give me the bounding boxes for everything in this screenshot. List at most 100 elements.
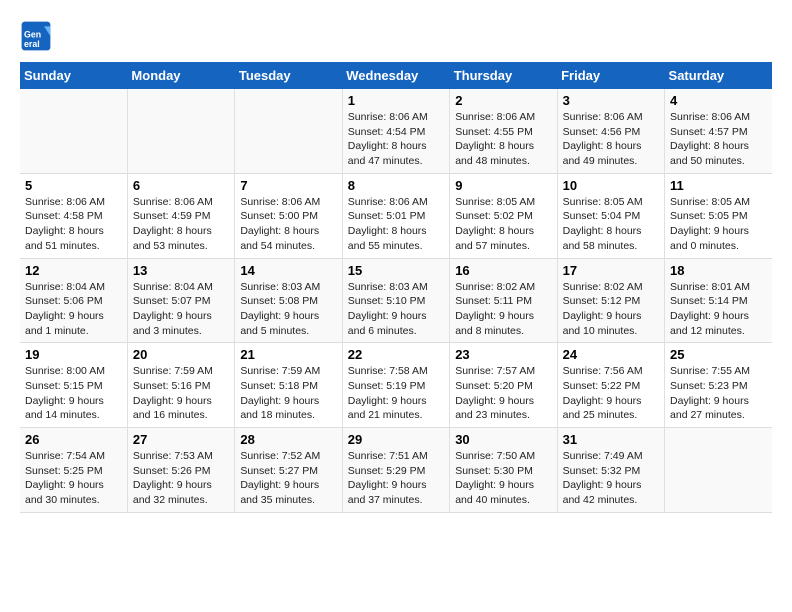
day-cell: 14 Sunrise: 8:03 AM Sunset: 5:08 PM Dayli…: [235, 258, 342, 343]
day-cell: 4 Sunrise: 8:06 AM Sunset: 4:57 PM Daylig…: [665, 89, 772, 173]
day-info: Sunrise: 8:02 AM Sunset: 5:11 PM Dayligh…: [455, 280, 551, 339]
day-info: Sunrise: 8:02 AM Sunset: 5:12 PM Dayligh…: [563, 280, 659, 339]
week-row-5: 26 Sunrise: 7:54 AM Sunset: 5:25 PM Dayli…: [20, 428, 772, 513]
column-headers: SundayMondayTuesdayWednesdayThursdayFrid…: [20, 62, 772, 89]
day-cell: 27 Sunrise: 7:53 AM Sunset: 5:26 PM Dayli…: [127, 428, 234, 513]
day-info: Sunrise: 8:01 AM Sunset: 5:14 PM Dayligh…: [670, 280, 767, 339]
day-info: Sunrise: 7:50 AM Sunset: 5:30 PM Dayligh…: [455, 449, 551, 508]
week-row-4: 19Sunrise: 8:00 AM Sunset: 5:15 PM Dayli…: [20, 343, 772, 428]
calendar-table: SundayMondayTuesdayWednesdayThursdayFrid…: [20, 62, 772, 513]
day-number: 5: [25, 178, 122, 193]
day-info: Sunrise: 7:57 AM Sunset: 5:20 PM Dayligh…: [455, 364, 551, 423]
logo: Gen eral: [20, 20, 56, 52]
day-number: 25: [670, 347, 767, 362]
day-info: Sunrise: 8:05 AM Sunset: 5:04 PM Dayligh…: [563, 195, 659, 254]
day-info: Sunrise: 7:59 AM Sunset: 5:16 PM Dayligh…: [133, 364, 229, 423]
week-row-2: 5 Sunrise: 8:06 AM Sunset: 4:58 PM Daylig…: [20, 173, 772, 258]
day-cell: 20 Sunrise: 7:59 AM Sunset: 5:16 PM Dayli…: [127, 343, 234, 428]
column-header-tuesday: Tuesday: [235, 62, 342, 89]
day-number: 27: [133, 432, 229, 447]
day-number: 11: [670, 178, 767, 193]
day-cell: 16Sunrise: 8:02 AM Sunset: 5:11 PM Dayli…: [450, 258, 557, 343]
day-cell: 3Sunrise: 8:06 AM Sunset: 4:56 PM Daylig…: [557, 89, 664, 173]
svg-text:Gen: Gen: [24, 30, 41, 40]
day-number: 4: [670, 93, 767, 108]
day-number: 28: [240, 432, 336, 447]
day-info: Sunrise: 8:06 AM Sunset: 4:57 PM Dayligh…: [670, 110, 767, 169]
day-info: Sunrise: 8:06 AM Sunset: 5:00 PM Dayligh…: [240, 195, 336, 254]
column-header-saturday: Saturday: [665, 62, 772, 89]
column-header-thursday: Thursday: [450, 62, 557, 89]
day-cell: 22Sunrise: 7:58 AM Sunset: 5:19 PM Dayli…: [342, 343, 449, 428]
day-number: 30: [455, 432, 551, 447]
day-number: 1: [348, 93, 444, 108]
day-number: 14: [240, 263, 336, 278]
day-cell: 12Sunrise: 8:04 AM Sunset: 5:06 PM Dayli…: [20, 258, 127, 343]
day-cell: 8Sunrise: 8:06 AM Sunset: 5:01 PM Daylig…: [342, 173, 449, 258]
week-row-3: 12Sunrise: 8:04 AM Sunset: 5:06 PM Dayli…: [20, 258, 772, 343]
day-cell: 15 Sunrise: 8:03 AM Sunset: 5:10 PM Dayli…: [342, 258, 449, 343]
day-cell: 29 Sunrise: 7:51 AM Sunset: 5:29 PM Dayli…: [342, 428, 449, 513]
day-info: Sunrise: 8:05 AM Sunset: 5:02 PM Dayligh…: [455, 195, 551, 254]
day-number: 9: [455, 178, 551, 193]
day-cell: 26 Sunrise: 7:54 AM Sunset: 5:25 PM Dayli…: [20, 428, 127, 513]
day-cell: [127, 89, 234, 173]
day-info: Sunrise: 7:51 AM Sunset: 5:29 PM Dayligh…: [348, 449, 444, 508]
day-number: 24: [563, 347, 659, 362]
day-cell: 5 Sunrise: 8:06 AM Sunset: 4:58 PM Daylig…: [20, 173, 127, 258]
day-number: 20: [133, 347, 229, 362]
day-number: 22: [348, 347, 444, 362]
day-info: Sunrise: 7:52 AM Sunset: 5:27 PM Dayligh…: [240, 449, 336, 508]
day-number: 21: [240, 347, 336, 362]
header: Gen eral: [20, 20, 772, 52]
day-cell: 9 Sunrise: 8:05 AM Sunset: 5:02 PM Daylig…: [450, 173, 557, 258]
column-header-wednesday: Wednesday: [342, 62, 449, 89]
day-cell: 23 Sunrise: 7:57 AM Sunset: 5:20 PM Dayli…: [450, 343, 557, 428]
day-cell: 13 Sunrise: 8:04 AM Sunset: 5:07 PM Dayli…: [127, 258, 234, 343]
day-cell: 11 Sunrise: 8:05 AM Sunset: 5:05 PM Dayli…: [665, 173, 772, 258]
day-number: 29: [348, 432, 444, 447]
day-info: Sunrise: 8:06 AM Sunset: 4:55 PM Dayligh…: [455, 110, 551, 169]
day-info: Sunrise: 7:54 AM Sunset: 5:25 PM Dayligh…: [25, 449, 122, 508]
day-cell: [665, 428, 772, 513]
day-number: 6: [133, 178, 229, 193]
day-cell: 30 Sunrise: 7:50 AM Sunset: 5:30 PM Dayli…: [450, 428, 557, 513]
day-cell: [20, 89, 127, 173]
day-number: 17: [563, 263, 659, 278]
day-info: Sunrise: 8:06 AM Sunset: 4:59 PM Dayligh…: [133, 195, 229, 254]
day-cell: 6 Sunrise: 8:06 AM Sunset: 4:59 PM Daylig…: [127, 173, 234, 258]
day-number: 23: [455, 347, 551, 362]
day-number: 18: [670, 263, 767, 278]
day-number: 15: [348, 263, 444, 278]
week-row-1: 1 Sunrise: 8:06 AM Sunset: 4:54 PM Daylig…: [20, 89, 772, 173]
day-info: Sunrise: 8:06 AM Sunset: 4:56 PM Dayligh…: [563, 110, 659, 169]
day-cell: 31Sunrise: 7:49 AM Sunset: 5:32 PM Dayli…: [557, 428, 664, 513]
day-info: Sunrise: 7:59 AM Sunset: 5:18 PM Dayligh…: [240, 364, 336, 423]
day-cell: 25Sunrise: 7:55 AM Sunset: 5:23 PM Dayli…: [665, 343, 772, 428]
day-cell: 21 Sunrise: 7:59 AM Sunset: 5:18 PM Dayli…: [235, 343, 342, 428]
day-info: Sunrise: 8:03 AM Sunset: 5:08 PM Dayligh…: [240, 280, 336, 339]
day-number: 13: [133, 263, 229, 278]
day-cell: 7 Sunrise: 8:06 AM Sunset: 5:00 PM Daylig…: [235, 173, 342, 258]
day-number: 10: [563, 178, 659, 193]
day-info: Sunrise: 7:53 AM Sunset: 5:26 PM Dayligh…: [133, 449, 229, 508]
day-cell: 2Sunrise: 8:06 AM Sunset: 4:55 PM Daylig…: [450, 89, 557, 173]
day-info: Sunrise: 8:04 AM Sunset: 5:06 PM Dayligh…: [25, 280, 122, 339]
day-info: Sunrise: 8:05 AM Sunset: 5:05 PM Dayligh…: [670, 195, 767, 254]
day-info: Sunrise: 8:06 AM Sunset: 5:01 PM Dayligh…: [348, 195, 444, 254]
day-info: Sunrise: 7:49 AM Sunset: 5:32 PM Dayligh…: [563, 449, 659, 508]
day-cell: 1 Sunrise: 8:06 AM Sunset: 4:54 PM Daylig…: [342, 89, 449, 173]
day-info: Sunrise: 8:06 AM Sunset: 4:58 PM Dayligh…: [25, 195, 122, 254]
day-info: Sunrise: 8:03 AM Sunset: 5:10 PM Dayligh…: [348, 280, 444, 339]
column-header-sunday: Sunday: [20, 62, 127, 89]
column-header-friday: Friday: [557, 62, 664, 89]
day-cell: 17 Sunrise: 8:02 AM Sunset: 5:12 PM Dayli…: [557, 258, 664, 343]
day-info: Sunrise: 8:04 AM Sunset: 5:07 PM Dayligh…: [133, 280, 229, 339]
day-info: Sunrise: 7:56 AM Sunset: 5:22 PM Dayligh…: [563, 364, 659, 423]
day-info: Sunrise: 8:06 AM Sunset: 4:54 PM Dayligh…: [348, 110, 444, 169]
day-cell: 10 Sunrise: 8:05 AM Sunset: 5:04 PM Dayli…: [557, 173, 664, 258]
day-number: 26: [25, 432, 122, 447]
day-cell: 28 Sunrise: 7:52 AM Sunset: 5:27 PM Dayli…: [235, 428, 342, 513]
day-number: 7: [240, 178, 336, 193]
svg-text:eral: eral: [24, 39, 40, 49]
